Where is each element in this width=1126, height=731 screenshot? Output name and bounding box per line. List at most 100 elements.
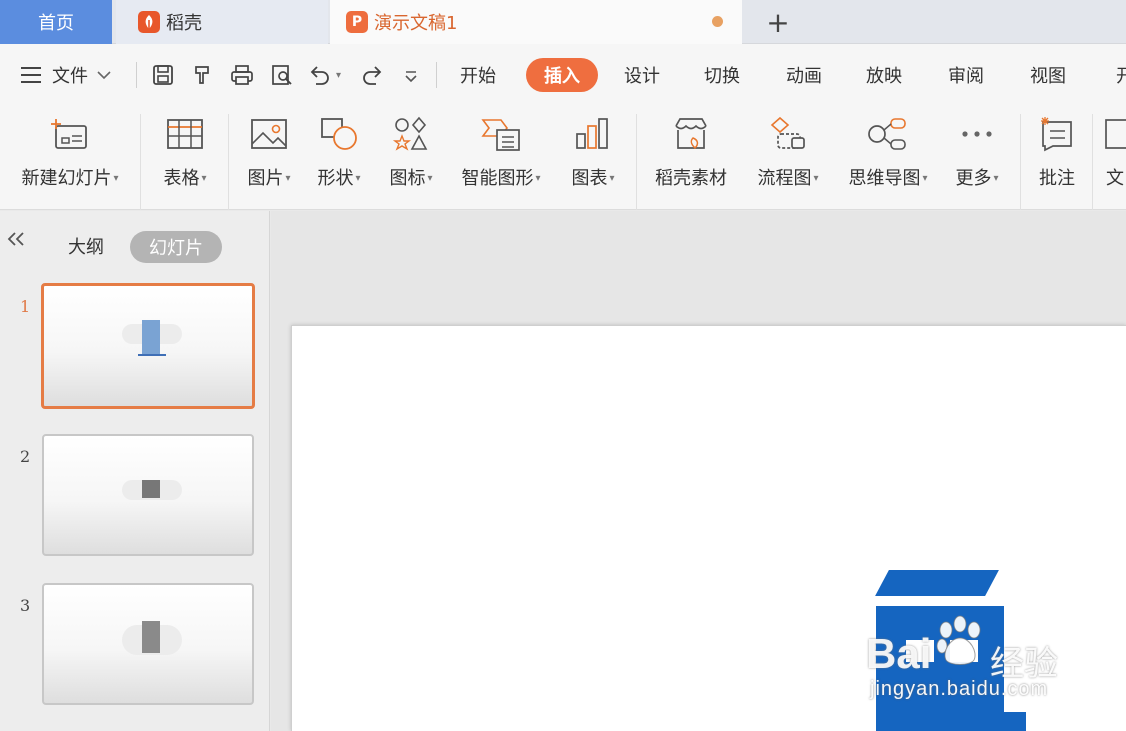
menu-tab-animation-label: 动画 xyxy=(786,66,822,87)
menu-tab-start[interactable]: 开始 xyxy=(460,44,496,106)
slides-tab[interactable]: 幻灯片 xyxy=(130,231,222,263)
glyph-stroke xyxy=(875,570,999,596)
menu-tab-slideshow-label: 放映 xyxy=(866,66,902,87)
file-menu-label: 文件 xyxy=(52,66,88,87)
undo-icon xyxy=(310,66,329,85)
undo-dropdown-icon[interactable]: ▾ xyxy=(336,70,341,81)
store-icon xyxy=(675,118,707,150)
slide-number: 2 xyxy=(20,447,31,466)
caret-down-icon: ▾ xyxy=(355,173,361,184)
tab-document[interactable]: P 演示文稿1 xyxy=(330,0,742,44)
redo-button[interactable] xyxy=(360,44,384,106)
text-label: 文 xyxy=(1106,168,1124,189)
slide-panel: 大纲 幻灯片 1 2 3 xyxy=(0,211,270,731)
ribbon-divider xyxy=(1020,114,1021,210)
daoke-logo-icon xyxy=(138,11,160,33)
new-slide-icon xyxy=(51,119,87,149)
bar-chart-icon xyxy=(576,118,608,149)
smartart-button[interactable]: 智能图形 ▾ xyxy=(450,106,552,210)
mindmap-button[interactable]: 思维导图 ▾ xyxy=(836,106,940,210)
new-slide-button[interactable]: 新建幻灯片 ▾ xyxy=(10,106,130,210)
menu-tab-view[interactable]: 视图 xyxy=(1030,44,1066,106)
tab-home-label: 首页 xyxy=(38,13,74,34)
glyph-stroke xyxy=(876,606,1004,716)
collapse-panel-button[interactable] xyxy=(6,229,26,254)
slide-thumbnail-content xyxy=(122,470,182,506)
table-icon xyxy=(167,119,203,149)
save-icon xyxy=(153,65,173,85)
plus-icon: + xyxy=(766,5,790,39)
blurred-content xyxy=(142,621,160,653)
slide-thumbnail-1[interactable] xyxy=(41,283,255,409)
slide-thumbnail-content xyxy=(122,320,182,356)
smartart-label: 智能图形 xyxy=(461,168,534,189)
tab-home[interactable]: 首页 xyxy=(0,0,112,44)
picture-icon xyxy=(251,119,287,149)
chart-button[interactable]: 图表 ▾ xyxy=(560,106,626,210)
menu-tab-design[interactable]: 设计 xyxy=(624,44,660,106)
menu-tab-review-label: 审阅 xyxy=(948,66,984,87)
slide-number: 1 xyxy=(20,297,31,316)
menu-tab-slideshow[interactable]: 放映 xyxy=(866,44,902,106)
icon-library-icon xyxy=(392,116,428,151)
shape-label: 形状 xyxy=(317,168,354,189)
print-button[interactable] xyxy=(230,44,254,106)
unsaved-indicator-icon xyxy=(712,16,723,27)
menu-tab-view-label: 视图 xyxy=(1030,66,1066,87)
tab-daoke-label: 稻壳 xyxy=(166,13,202,34)
table-button[interactable]: 表格 ▾ xyxy=(150,106,220,210)
file-menu[interactable]: 文件 xyxy=(20,44,112,106)
presentation-file-icon: P xyxy=(346,11,368,33)
new-tab-button[interactable]: + xyxy=(750,0,806,44)
slide-thumbnail-content xyxy=(122,619,182,655)
picture-button[interactable]: 图片 ▾ xyxy=(236,106,302,210)
shape-button[interactable]: 形状 ▾ xyxy=(306,106,372,210)
slide-thumbnail-2[interactable] xyxy=(42,434,254,556)
more-button[interactable]: 更多 ▾ xyxy=(944,106,1010,210)
slide-number: 3 xyxy=(20,596,31,615)
redo-icon xyxy=(363,66,382,85)
slide-thumbnail-3[interactable] xyxy=(42,583,254,705)
text-button[interactable]: 文 xyxy=(1098,106,1126,210)
glyph-stroke xyxy=(876,712,1026,731)
menu-tab-transition[interactable]: 切换 xyxy=(704,44,740,106)
picture-label: 图片 xyxy=(247,168,284,189)
more-dots-icon xyxy=(962,131,992,137)
daoke-material-button[interactable]: 稻壳素材 xyxy=(646,106,736,210)
table-label: 表格 xyxy=(163,168,200,189)
caret-down-icon: ▾ xyxy=(609,173,615,184)
blurred-content xyxy=(142,480,160,498)
format-painter-button[interactable] xyxy=(192,44,214,106)
tab-daoke[interactable]: 稻壳 xyxy=(116,0,328,44)
outline-tab[interactable]: 大纲 xyxy=(68,233,104,259)
ribbon-divider xyxy=(228,114,229,210)
flowchart-button[interactable]: 流程图 ▾ xyxy=(746,106,830,210)
glyph-stroke xyxy=(906,640,934,662)
undo-button[interactable]: ▾ xyxy=(308,44,341,106)
menu-tab-insert[interactable]: 插入 xyxy=(526,58,598,92)
daoke-material-label: 稻壳素材 xyxy=(655,168,727,189)
current-slide[interactable] xyxy=(291,325,1126,731)
print-icon xyxy=(231,65,253,85)
icon-button[interactable]: 图标 ▾ xyxy=(378,106,444,210)
flowchart-icon xyxy=(770,116,805,149)
menu-tab-start-label: 开始 xyxy=(460,66,496,87)
menu-tab-insert-label: 插入 xyxy=(544,66,580,87)
ribbon-divider xyxy=(1092,114,1093,210)
double-chevron-left-icon xyxy=(7,232,24,246)
print-preview-button[interactable] xyxy=(270,44,294,106)
comment-button[interactable]: 批注 xyxy=(1026,106,1088,210)
slide-text-shape[interactable] xyxy=(852,562,1032,731)
format-painter-icon xyxy=(195,66,209,84)
chevron-down-icon xyxy=(405,71,417,83)
save-button[interactable] xyxy=(152,44,174,106)
menu-tab-review[interactable]: 审阅 xyxy=(948,44,984,106)
caret-down-icon: ▾ xyxy=(813,173,819,184)
blurred-content xyxy=(142,320,160,354)
menu-tab-overflow-label: 开 xyxy=(1116,66,1126,87)
caret-down-icon: ▾ xyxy=(201,173,207,184)
menu-tab-animation[interactable]: 动画 xyxy=(786,44,822,106)
quick-access-more-button[interactable] xyxy=(402,44,420,106)
menu-tab-overflow[interactable]: 开 xyxy=(1116,44,1126,106)
menu-divider xyxy=(136,62,137,88)
